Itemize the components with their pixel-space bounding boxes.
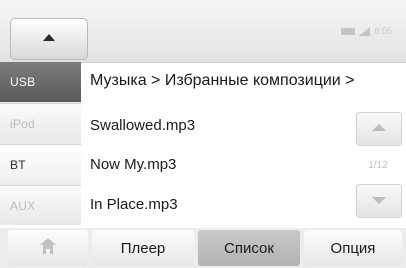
- source-label: USB: [10, 75, 36, 89]
- tab-label: Список: [224, 239, 274, 257]
- list-item-label: In Place.mp3: [90, 195, 178, 213]
- tab-player[interactable]: Плеер: [92, 230, 194, 266]
- source-aux[interactable]: AUX: [0, 185, 81, 225]
- scroll-up-button[interactable]: [356, 112, 402, 146]
- signal-icon: [359, 26, 371, 36]
- collapse-button[interactable]: [10, 18, 88, 60]
- source-label: BT: [10, 157, 26, 172]
- source-ipod[interactable]: iPod: [0, 103, 81, 143]
- home-button[interactable]: [8, 230, 88, 266]
- breadcrumb[interactable]: Музыка > Избранные композиции >: [90, 72, 355, 90]
- top-bar: 6:05: [0, 0, 406, 63]
- list-item[interactable]: Now My.mp3: [88, 145, 348, 183]
- status-area: 6:05: [341, 26, 392, 36]
- source-list: USB iPod BT AUX: [0, 62, 81, 225]
- clock-text: 6:05: [374, 26, 392, 36]
- tab-label: Плеер: [120, 239, 166, 257]
- list-item-label: Swallowed.mp3: [90, 116, 196, 134]
- battery-icon: [341, 27, 356, 35]
- list-item[interactable]: Swallowed.mp3: [88, 106, 348, 144]
- scroll-down-icon: [372, 197, 386, 204]
- tab-label: Опция: [330, 239, 376, 257]
- tab-options[interactable]: Опция: [304, 230, 402, 266]
- list-item[interactable]: In Place.mp3: [88, 185, 348, 223]
- page-indicator: 1/12: [368, 159, 388, 171]
- source-label: iPod: [10, 116, 35, 131]
- scroll-down-button[interactable]: [356, 184, 402, 218]
- bottom-bar: Плеер Список Опция: [0, 228, 406, 268]
- scroll-up-icon: [372, 124, 386, 131]
- source-usb[interactable]: USB: [0, 62, 81, 102]
- home-icon: [40, 238, 56, 255]
- tab-list[interactable]: Список: [198, 230, 300, 266]
- triangle-up-icon: [43, 34, 55, 41]
- list-item-label: Now My.mp3: [90, 155, 177, 173]
- media-screen: 6:05 USB iPod BT AUX Музыка > Избранные …: [0, 0, 406, 268]
- source-label: AUX: [10, 198, 36, 213]
- source-bt[interactable]: BT: [0, 144, 81, 184]
